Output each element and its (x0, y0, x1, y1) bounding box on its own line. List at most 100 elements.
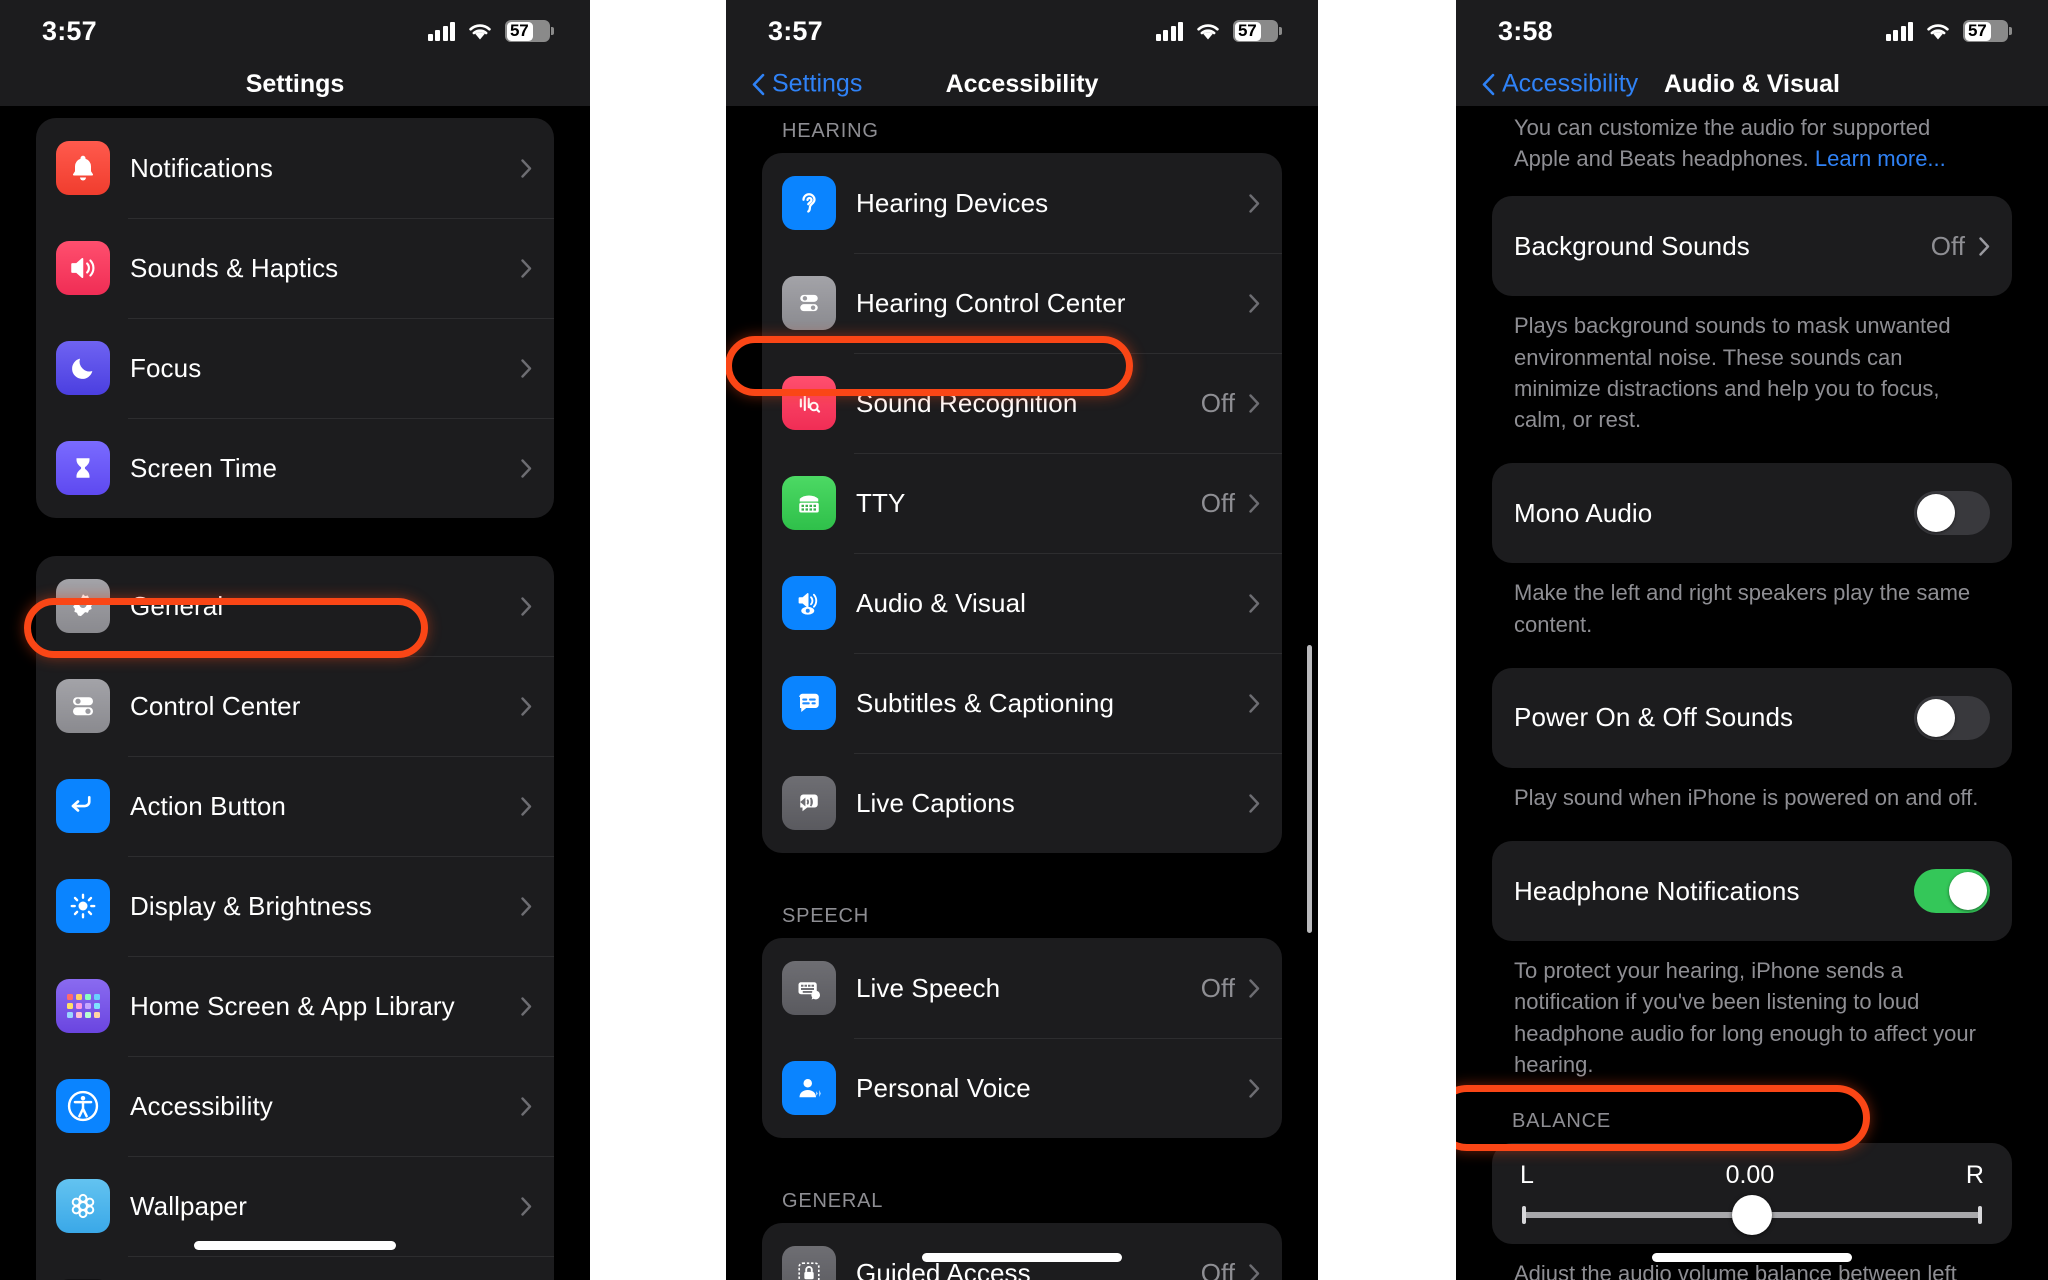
balance-left-label: L (1520, 1161, 1534, 1190)
audio-visual-speaker-eye-icon (782, 576, 836, 630)
balance-slider[interactable] (1522, 1195, 1982, 1236)
settings-row-notifications[interactable]: Notifications (36, 118, 554, 218)
settings-row-general[interactable]: General (36, 556, 554, 656)
status-bar: 3:57 57 (0, 0, 590, 62)
row-label: Mono Audio (1514, 497, 1653, 528)
row-label: Accessibility (130, 1090, 273, 1121)
row-headphone-notifications: Headphone Notifications (1492, 841, 2012, 941)
chevron-right-icon (1249, 1263, 1260, 1280)
settings-row-action-button[interactable]: Action Button (36, 756, 554, 856)
background-sounds-group: Background Sounds Off (1492, 196, 2012, 297)
battery-percent: 57 (1238, 21, 1257, 40)
balance-slider-thumb[interactable] (1732, 1195, 1772, 1236)
status-bar: 3:57 57 (726, 0, 1318, 62)
footnote-balance: Adjust the audio volume balance between … (1514, 1261, 1957, 1280)
crescent-moon-icon (56, 341, 110, 395)
scroll-indicator[interactable] (1307, 645, 1312, 933)
settings-row-display-brightness[interactable]: Display & Brightness (36, 856, 554, 956)
power-sounds-group: Power On & Off Sounds (1492, 667, 2012, 768)
chevron-right-icon (521, 1096, 532, 1116)
row-label: Audio & Visual (856, 587, 1027, 618)
settings-row-standby[interactable]: StandBy (36, 1256, 554, 1280)
row-label: Subtitles & Captioning (856, 687, 1115, 718)
chevron-right-icon (521, 258, 532, 278)
chevron-right-icon (1249, 193, 1260, 213)
row-sound-recognition[interactable]: Sound Recognition Off (762, 353, 1282, 453)
settings-row-control-center[interactable]: Control Center (36, 656, 554, 756)
footnote-mono-audio: Make the left and right speakers play th… (1514, 580, 1971, 637)
row-personal-voice[interactable]: Personal Voice (762, 1038, 1282, 1138)
row-label: Power On & Off Sounds (1514, 702, 1794, 733)
row-label: Hearing Control Center (856, 287, 1126, 318)
action-button-arrow-icon (56, 779, 110, 833)
headphone-notifications-toggle[interactable] (1914, 869, 1990, 914)
learn-more-link[interactable]: Learn more... (1815, 146, 1946, 171)
row-label: Hearing Devices (856, 187, 1049, 218)
status-time: 3:57 (768, 15, 823, 46)
chevron-right-icon (521, 158, 532, 178)
live-captions-icon (782, 776, 836, 830)
home-indicator (1652, 1253, 1852, 1262)
settings-row-screen-time[interactable]: Screen Time (36, 418, 554, 518)
general-group: Guided Access Off Assistive Access Siri (762, 1223, 1282, 1280)
row-background-sounds[interactable]: Background Sounds Off (1492, 196, 2012, 296)
home-indicator (194, 1241, 396, 1250)
captions-bubble-icon (782, 676, 836, 730)
accessibility-list: HEARING Hearing Devices Hearing Control … (726, 106, 1318, 1280)
settings-row-accessibility[interactable]: Accessibility (36, 1056, 554, 1156)
row-tty[interactable]: TTY Off (762, 453, 1282, 553)
row-label: Home Screen & App Library (130, 990, 455, 1021)
chevron-right-icon (1979, 237, 1990, 256)
chevron-right-icon (1249, 593, 1260, 613)
row-audio-visual[interactable]: Audio & Visual (762, 553, 1282, 653)
back-button[interactable]: Accessibility (1482, 70, 1638, 99)
footnote-headphone-notifications: To protect your hearing, iPhone sends a … (1514, 958, 1976, 1077)
row-value: Off (1200, 487, 1235, 518)
mono-audio-toggle[interactable] (1914, 491, 1990, 536)
nav-bar: Settings (0, 62, 590, 106)
settings-row-focus[interactable]: Focus (36, 318, 554, 418)
row-live-captions[interactable]: Live Captions (762, 753, 1282, 853)
row-subtitles-captioning[interactable]: Subtitles & Captioning (762, 653, 1282, 753)
balance-right-label: R (1965, 1161, 1984, 1190)
hourglass-icon (56, 441, 110, 495)
chevron-right-icon (521, 896, 532, 916)
iphone-accessibility-screen: 3:57 57 Settings Accessibility HEARING H… (726, 0, 1318, 1280)
row-label: Sounds & Haptics (130, 252, 339, 283)
settings-row-sounds-haptics[interactable]: Sounds & Haptics (36, 218, 554, 318)
sun-brightness-icon (56, 879, 110, 933)
section-header-speech: SPEECH (782, 905, 870, 927)
row-label: Control Center (130, 690, 301, 721)
power-sounds-toggle[interactable] (1914, 695, 1990, 740)
mono-audio-group: Mono Audio (1492, 463, 2012, 564)
sound-waveform-search-icon (782, 376, 836, 430)
gear-icon (56, 579, 110, 633)
row-label: Action Button (130, 790, 286, 821)
chevron-right-icon (521, 1196, 532, 1216)
wifi-icon (1195, 22, 1221, 41)
headphone-notifications-group: Headphone Notifications (1492, 841, 2012, 942)
section-header-general: GENERAL (782, 1190, 884, 1212)
row-label: Background Sounds (1514, 230, 1750, 261)
battery-percent: 57 (510, 21, 529, 40)
back-label: Settings (772, 69, 863, 98)
row-hearing-devices[interactable]: Hearing Devices (762, 153, 1282, 253)
chevron-right-icon (1249, 393, 1260, 413)
row-label: Wallpaper (130, 1190, 247, 1221)
app-grid-icon (56, 979, 110, 1033)
row-label: Screen Time (130, 452, 278, 483)
row-guided-access[interactable]: Guided Access Off (762, 1223, 1282, 1280)
balance-labels: L 0.00 R (1520, 1161, 1984, 1190)
footnote-background-sounds: Plays background sounds to mask unwanted… (1514, 313, 1951, 433)
notifications-bell-icon (56, 141, 110, 195)
row-live-speech[interactable]: Live Speech Off (762, 938, 1282, 1038)
cellular-signal-icon (1155, 21, 1183, 41)
back-button[interactable]: Settings (752, 70, 862, 99)
personal-voice-person-icon (782, 1061, 836, 1115)
nav-bar: Settings Accessibility (726, 62, 1318, 106)
settings-row-home-screen[interactable]: Home Screen & App Library (36, 956, 554, 1056)
live-speech-keyboard-icon (782, 961, 836, 1015)
row-hearing-control-center[interactable]: Hearing Control Center (762, 253, 1282, 353)
cellular-signal-icon (427, 21, 455, 41)
